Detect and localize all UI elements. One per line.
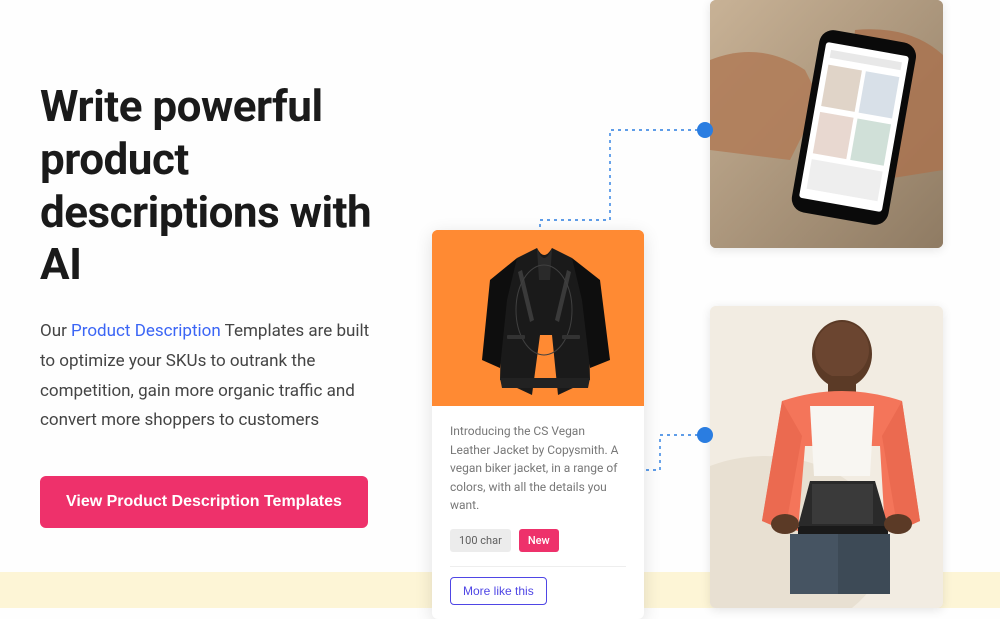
connector-dot-bottom bbox=[697, 427, 713, 443]
hero-heading: Write powerful product descriptions with… bbox=[40, 80, 380, 291]
person-laptop-image bbox=[710, 306, 943, 608]
page-container: Write powerful product descriptions with… bbox=[0, 0, 1000, 608]
product-image bbox=[432, 230, 644, 406]
phone-illustration-icon bbox=[710, 0, 943, 248]
new-badge: New bbox=[519, 529, 559, 552]
more-like-this-button[interactable]: More like this bbox=[450, 577, 547, 605]
card-body: Introducing the CS Vegan Leather Jacket … bbox=[432, 406, 644, 619]
jacket-icon bbox=[432, 230, 644, 406]
product-description-text: Introducing the CS Vegan Leather Jacket … bbox=[450, 422, 626, 515]
view-templates-button[interactable]: View Product Description Templates bbox=[40, 476, 368, 528]
card-separator bbox=[450, 566, 626, 567]
badge-row: 100 char New bbox=[450, 529, 626, 552]
char-count-badge: 100 char bbox=[450, 529, 511, 552]
connector-dot-top bbox=[697, 122, 713, 138]
hero-subtext: Our Product Description Templates are bu… bbox=[40, 317, 380, 436]
hero-left-column: Write powerful product descriptions with… bbox=[0, 0, 400, 608]
phone-shopping-image bbox=[710, 0, 943, 248]
person-illustration-icon bbox=[710, 306, 943, 608]
subtext-pre: Our bbox=[40, 321, 71, 341]
product-description-link[interactable]: Product Description bbox=[71, 321, 221, 341]
product-card: Introducing the CS Vegan Leather Jacket … bbox=[432, 230, 644, 619]
